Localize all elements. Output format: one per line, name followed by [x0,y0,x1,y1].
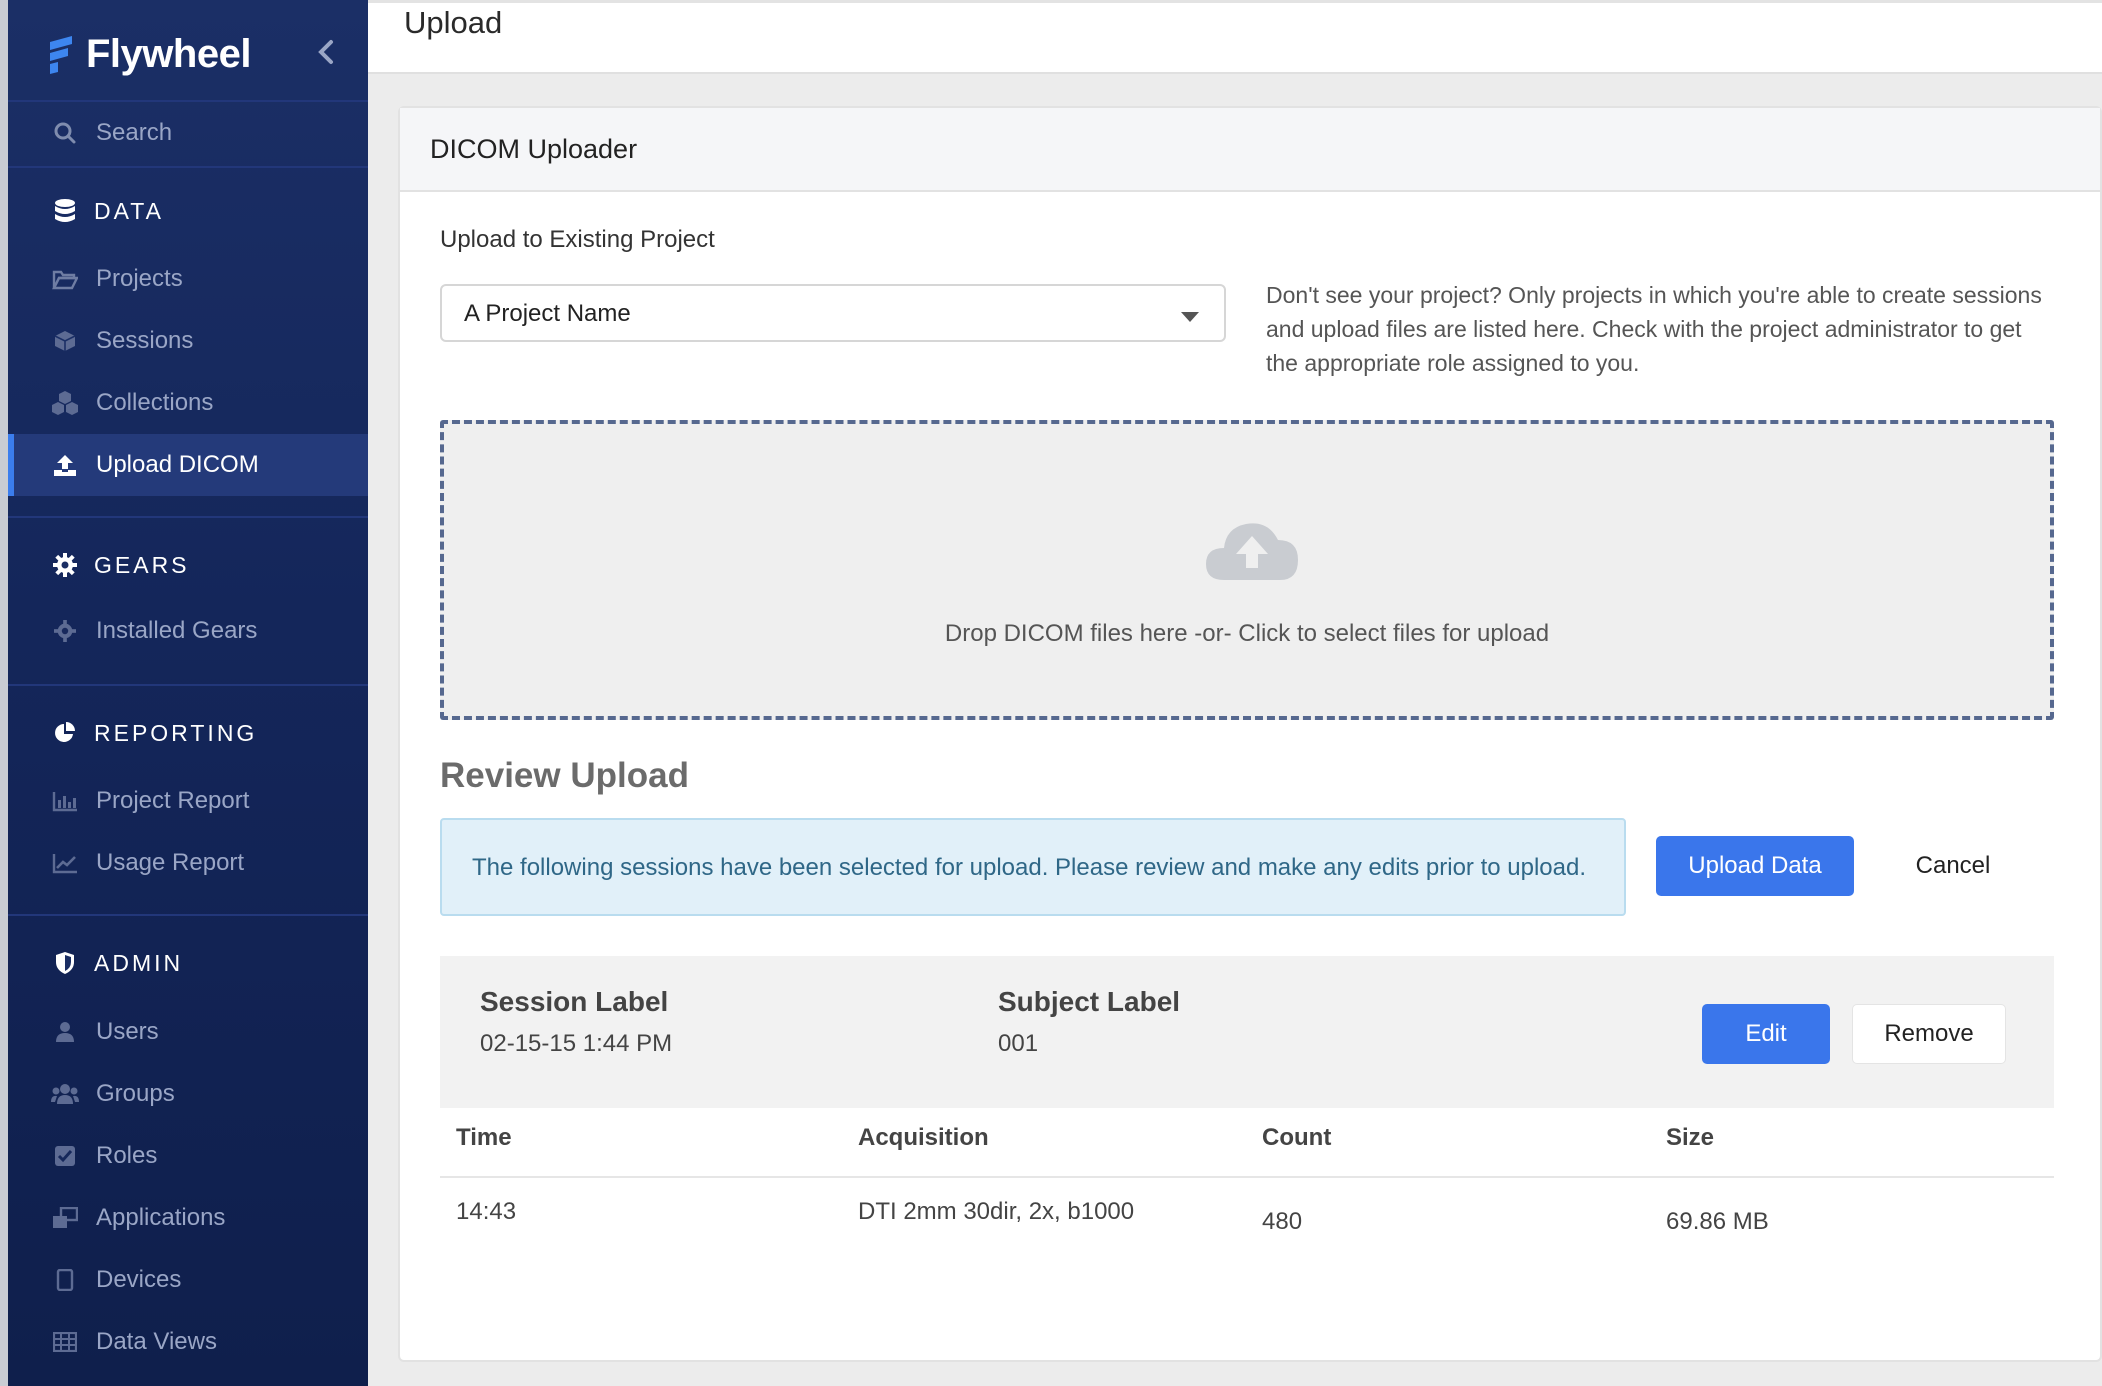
project-select[interactable]: A Project Name [440,284,1226,342]
caret-down-icon [1180,310,1200,328]
sidebar-item-label: Sessions [96,327,194,354]
sidebar-item-devices[interactable]: Devices [8,1249,368,1311]
session-summary: Session Label 02-15-15 1:44 PM Subject L… [440,956,2054,1108]
chevron-left-icon [318,40,333,64]
sidebar-item-label: Groups [96,1080,175,1107]
cube-icon [50,326,80,356]
page-title: Upload [404,5,503,40]
project-help-text: Don't see your project? Only projects in… [1266,282,2042,376]
table-icon [50,1327,80,1357]
column-header-time: Time [456,1124,512,1151]
sidebar-item-upload-dicom[interactable]: Upload DICOM [8,434,368,496]
sidebar-item-groups[interactable]: Groups [8,1063,368,1125]
sidebar-item-label: Usage Report [96,849,245,876]
folder-open-icon [50,264,80,294]
subject-label-value: 001 [998,1030,1039,1057]
sidebar-item-label: Applications [96,1204,226,1231]
sidebar-item-label: Roles [96,1142,158,1169]
edit-session-button[interactable]: Edit [1702,1004,1830,1064]
sidebar-item-applications[interactable]: Applications [8,1187,368,1249]
sidebar-item-label: Data Views [96,1328,217,1355]
session-label-heading: Session Label [480,986,669,1017]
column-header-acquisition: Acquisition [858,1124,989,1151]
sidebar: Flywheel Search DATA Projects Sessions C… [0,0,368,1386]
cloud-upload-icon [1204,516,1300,587]
subject-label-heading: Subject Label [998,986,1181,1017]
sidebar-item-search[interactable]: Search [8,102,368,164]
cell-count: 480 [1262,1208,1303,1235]
dicom-uploader-card: DICOM Uploader Upload to Existing Projec… [398,106,2102,1362]
cancel-button[interactable]: Cancel [1898,836,2008,896]
sidebar-divider [8,516,368,518]
flywheel-logo-icon [50,36,72,74]
database-icon [50,196,80,226]
upload-data-button[interactable]: Upload Data [1656,836,1854,896]
collapse-sidebar-button[interactable] [308,32,344,72]
table-divider [440,1176,2054,1178]
sidebar-item-label: Installed Gears [96,617,258,644]
review-notice-text: The following sessions have been selecte… [472,854,1586,881]
gear-icon [50,550,80,580]
review-notice: The following sessions have been selecte… [440,818,1626,916]
project-select-label: Upload to Existing Project [440,226,715,253]
sidebar-divider [8,914,368,916]
cubes-icon [50,388,80,418]
remove-session-button[interactable]: Remove [1852,1004,2006,1064]
sidebar-item-label: Devices [96,1266,182,1293]
section-title: GEARS [94,551,190,578]
sidebar-item-projects[interactable]: Projects [8,248,368,310]
section-title: ADMIN [94,949,184,976]
sidebar-item-label: Upload DICOM [96,451,259,478]
brand-name: Flywheel [86,31,251,76]
cell-time: 14:43 [456,1198,517,1225]
section-header-data: DATA [8,186,368,236]
tablet-icon [50,1265,80,1295]
search-icon [50,118,80,148]
project-select-value: A Project Name [464,300,631,327]
review-upload-heading: Review Upload [440,756,689,795]
checkbox-icon [50,1141,80,1171]
column-header-size: Size [1666,1124,1715,1151]
session-label-value: 02-15-15 1:44 PM [480,1030,673,1057]
sidebar-item-users[interactable]: Users [8,1001,368,1063]
dropzone-text: Drop DICOM files here -or- Click to sele… [944,620,1550,647]
line-chart-icon [50,848,80,878]
sidebar-item-label: Project Report [96,787,250,814]
upload-icon [50,450,80,480]
sidebar-item-data-views[interactable]: Data Views [8,1311,368,1373]
sidebar-item-collections[interactable]: Collections [8,372,368,434]
sidebar-item-installed-gears[interactable]: Installed Gears [8,600,368,662]
sidebar-divider [8,166,368,168]
pie-chart-icon [50,718,80,748]
section-header-admin: ADMIN [8,938,368,988]
sidebar-item-label: Collections [96,389,214,416]
sidebar-item-label: Search [96,119,173,146]
sidebar-item-label: Users [96,1018,159,1045]
shield-icon [50,948,80,978]
card-title: DICOM Uploader [430,134,638,164]
bar-chart-icon [50,786,80,816]
section-title: DATA [94,197,164,224]
sidebar-divider [8,684,368,686]
sidebar-item-project-report[interactable]: Project Report [8,770,368,832]
column-header-count: Count [1262,1124,1332,1151]
user-icon [50,1017,80,1047]
sidebar-item-label: Projects [96,265,183,292]
windows-icon [50,1203,80,1233]
brand-logo[interactable]: Flywheel [46,24,251,84]
top-bar: Upload [368,0,2102,74]
sidebar-item-usage-report[interactable]: Usage Report [8,832,368,894]
section-header-gears: GEARS [8,540,368,590]
gear-icon [50,616,80,646]
cell-size: 69.86 MB [1666,1208,1769,1235]
sidebar-item-sessions[interactable]: Sessions [8,310,368,372]
sidebar-item-roles[interactable]: Roles [8,1125,368,1187]
section-header-reporting: REPORTING [8,708,368,758]
users-icon [50,1079,80,1109]
card-header: DICOM Uploader [400,108,2100,192]
dicom-dropzone[interactable]: Drop DICOM files here -or- Click to sele… [440,420,2054,720]
section-title: REPORTING [94,719,258,746]
cell-acquisition: DTI 2mm 30dir, 2x, b1000 [858,1198,1135,1225]
